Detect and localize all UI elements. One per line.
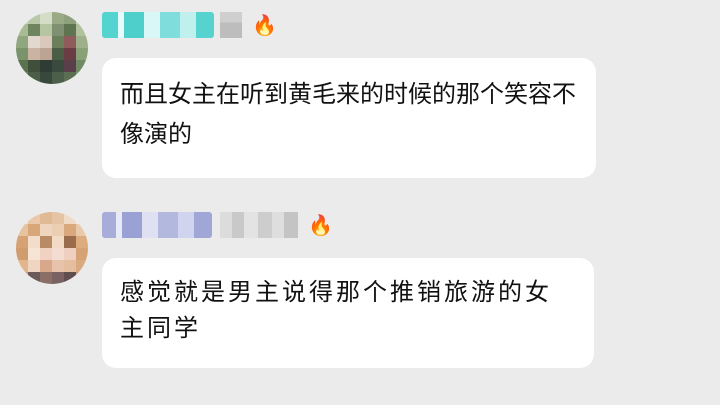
avatar[interactable]	[16, 12, 88, 84]
message-bubble[interactable]: 感觉就是男主说得那个推销旅游的女主同学	[102, 258, 594, 368]
fire-icon: 🔥	[308, 213, 333, 237]
sender-name-row: 🔥	[102, 12, 277, 38]
sender-meta-censored	[220, 12, 242, 38]
sender-meta-censored	[220, 212, 298, 238]
chat-message-2: 🔥 感觉就是男主说得那个推销旅游的女主同学	[0, 200, 720, 405]
avatar[interactable]	[16, 212, 88, 284]
fire-icon: 🔥	[252, 13, 277, 37]
sender-name-censored[interactable]	[102, 12, 214, 38]
message-bubble[interactable]: 而且女主在听到黄毛来的时候的那个笑容不像演的	[102, 58, 596, 178]
sender-name-censored[interactable]	[102, 212, 212, 238]
chat-message-1: 🔥 而且女主在听到黄毛来的时候的那个笑容不像演的	[0, 0, 720, 190]
message-text: 感觉就是男主说得那个推销旅游的女主同学	[120, 278, 552, 342]
message-text: 而且女主在听到黄毛来的时候的那个笑容不像演的	[120, 80, 576, 148]
sender-name-row: 🔥	[102, 212, 333, 238]
